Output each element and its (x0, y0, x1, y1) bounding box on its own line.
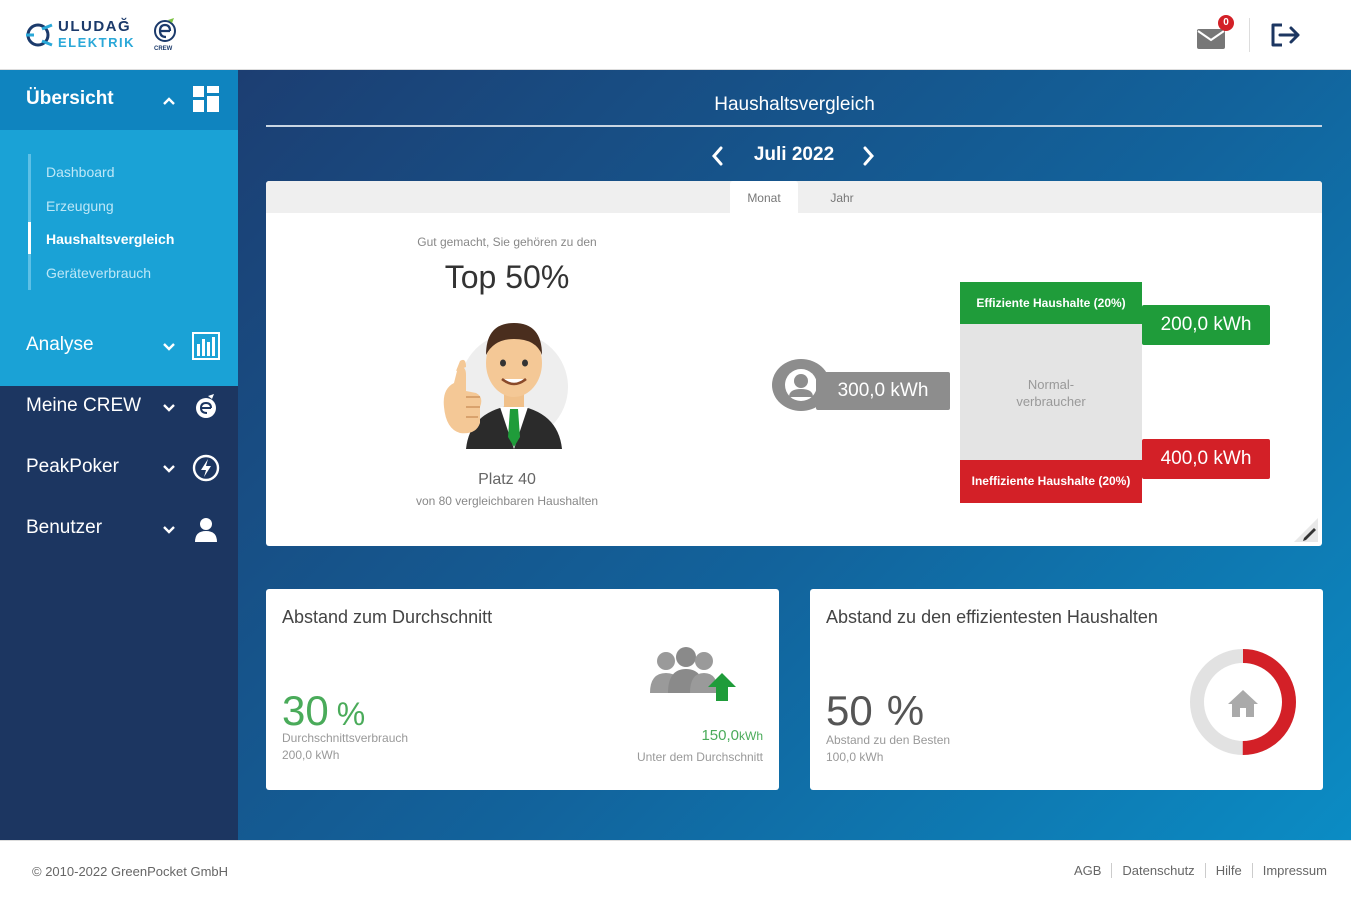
submenu-item-dashboard[interactable]: Dashboard (46, 164, 115, 180)
sidebar-item-label: Benutzer (26, 517, 103, 538)
logout-button[interactable] (1268, 20, 1302, 50)
efficient-distance-card: Abstand zu den effizientesten Haushalten… (810, 589, 1323, 790)
app-footer: © 2010-2022 GreenPocket GmbH AGB Datensch… (0, 840, 1351, 900)
footer-link-datenschutz[interactable]: Datenschutz (1111, 863, 1204, 878)
user-consumption-value: 300,0 kWh (816, 372, 950, 410)
below-average-value: 150,0kWh (701, 727, 763, 744)
submenu-item-erzeugung[interactable]: Erzeugung (46, 198, 114, 214)
logo-crew-tag: CREW (154, 46, 173, 52)
card-title: Abstand zum Durchschnitt (282, 607, 493, 627)
inefficient-value-badge: 400,0 kWh (1142, 439, 1270, 479)
logo-plug-icon (26, 23, 53, 47)
efficient-distance-unit: % (886, 687, 925, 734)
user-icon (195, 518, 217, 542)
month-navigator: Juli 2022 (708, 142, 880, 170)
header-divider (1249, 18, 1250, 52)
crew-icon (196, 394, 216, 418)
average-consumption-value: 200,0 kWh (282, 748, 340, 762)
sidebar-item-label: Übersicht (26, 88, 114, 109)
main-content: Haushaltsvergleich Juli 2022 Monat Jahr … (238, 70, 1351, 840)
user-consumption-marker: 300,0 kWh (772, 359, 952, 411)
footer-link-agb[interactable]: AGB (1064, 863, 1111, 878)
efficient-households-bar: Effiziente Haushalte (20%) (960, 282, 1142, 324)
submenu-active-marker (28, 222, 31, 254)
businessman-thumbs-up-icon (443, 323, 568, 449)
sidebar-item-benutzer[interactable]: Benutzer (0, 499, 238, 559)
ranking-place: Platz 40 (478, 471, 536, 488)
chevron-down-icon (163, 465, 175, 473)
average-consumption-label: Durchschnittsverbrauch (282, 731, 409, 745)
logo-text-line2: ELEKTRIK (58, 35, 135, 50)
distance-to-best-value: 100,0 kWh (826, 750, 884, 764)
sidebar-item-peakpoker[interactable]: PeakPoker (0, 438, 238, 498)
average-distance-value: 30% (282, 687, 365, 735)
uludag-logo[interactable]: ULUDAĞ ELEKTRIK CREW (24, 16, 184, 56)
pencil-icon (1294, 518, 1318, 542)
edit-button[interactable] (1294, 518, 1318, 542)
average-distance-number: 30 (282, 687, 329, 734)
footer-link-impressum[interactable]: Impressum (1251, 863, 1337, 878)
thumbs-up-avatar (436, 311, 576, 449)
sidebar-item-label: PeakPoker (26, 456, 119, 477)
submenu-item-geraeteverbrauch[interactable]: Geräteverbrauch (46, 265, 151, 281)
sidebar-item-uebersicht[interactable]: Übersicht (0, 70, 238, 130)
dashboard-grid-icon (193, 86, 219, 112)
people-arrow-up-icon (650, 647, 736, 701)
footer-link-hilfe[interactable]: Hilfe (1204, 863, 1252, 878)
tab-monat[interactable]: Monat (730, 181, 798, 213)
ranking-top-percent: Top 50% (444, 259, 570, 295)
copyright-text: © 2010-2022 GreenPocket GmbH (32, 864, 229, 879)
normal-consumers-label: Normal-verbraucher (1016, 377, 1086, 409)
tab-jahr[interactable]: Jahr (810, 181, 874, 213)
sidebar-item-label: Analyse (26, 334, 94, 355)
messages-button[interactable]: 0 (1196, 15, 1234, 50)
sidebar-item-meine-crew[interactable]: Meine CREW (0, 377, 238, 437)
period-tabbar: Monat Jahr (266, 181, 1322, 213)
next-month-button[interactable] (858, 144, 878, 168)
distance-donut (1190, 649, 1296, 755)
crew-logo-icon (154, 18, 176, 42)
average-distance-unit: % (336, 696, 366, 732)
title-divider (266, 125, 1322, 127)
card-title: Abstand zu den effizientesten Haushalten (826, 607, 1158, 627)
sidebar-item-label: Meine CREW (26, 395, 142, 416)
app-header: ULUDAĞ ELEKTRIK CREW 0 (0, 0, 1351, 70)
average-distance-card: Abstand zum Durchschnitt 30% Durchschnit… (266, 589, 779, 790)
efficient-distance-number: 50 (826, 687, 873, 734)
below-average-label: Unter dem Durchschnitt (636, 750, 763, 764)
logo-text-line1: ULUDAĞ (58, 18, 132, 35)
page-title: Haushaltsvergleich (714, 94, 875, 115)
footer-links: AGB Datenschutz Hilfe Impressum (1064, 863, 1337, 878)
efficient-value-badge: 200,0 kWh (1142, 305, 1270, 345)
chevron-down-icon (163, 404, 175, 412)
mail-badge: 0 (1218, 15, 1234, 31)
sidebar-item-analyse[interactable]: Analyse (0, 316, 238, 376)
month-label: Juli 2022 (753, 144, 835, 165)
chevron-down-icon (163, 526, 175, 534)
prev-month-button[interactable] (708, 144, 728, 168)
logout-icon (1271, 23, 1300, 47)
submenu-item-haushaltsvergleich[interactable]: Haushaltsvergleich (46, 231, 174, 247)
inefficient-households-bar: Ineffiziente Haushalte (20%) (960, 460, 1142, 503)
consumption-range-bar: Effiziente Haushalte (20%) Normal-verbra… (960, 282, 1142, 503)
chevron-down-icon (163, 343, 175, 351)
chevron-up-icon (163, 97, 175, 105)
efficient-distance-value: 50% (826, 687, 924, 735)
below-average-number: 150,0 (701, 727, 739, 744)
below-average-unit: kWh (739, 729, 763, 743)
distance-to-best-label: Abstand zu den Besten (826, 733, 951, 747)
sidebar: Übersicht Dashboard Erzeugung Haushaltsv… (0, 70, 238, 840)
ranking-intro: Gut gemacht, Sie gehören zu den (417, 235, 597, 249)
ranking-place-sub: von 80 vergleichbaren Haushalten (415, 494, 599, 508)
household-comparison-card: Monat Jahr Gut gemacht, Sie gehören zu d… (266, 181, 1322, 546)
lightning-icon (192, 454, 220, 482)
bar-chart-icon (192, 332, 220, 360)
